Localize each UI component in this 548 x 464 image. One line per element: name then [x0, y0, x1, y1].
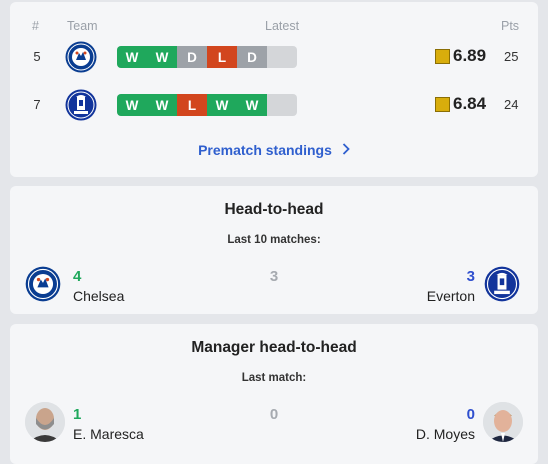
form-result: L: [207, 46, 237, 68]
head-to-head-card: Head-to-head Last 10 matches: 4 Chelsea …: [10, 186, 538, 314]
form-guide: W W L W W: [117, 94, 297, 116]
form-guide: W W D L D: [117, 46, 297, 68]
header-points: Pts: [501, 19, 520, 33]
manager-draws-count: 0: [269, 406, 279, 423]
away-manager-wins-count: 0: [466, 406, 475, 423]
standings-row-chelsea[interactable]: 5 W W D L D 6.89 25: [10, 40, 538, 74]
manager-h2h-title: Manager head-to-head: [191, 339, 357, 356]
team-position: 7: [33, 97, 41, 112]
standings-card: # Team Latest Pts 5 W W D L D 6.89 25 7: [10, 2, 538, 177]
home-team-name: Chelsea: [73, 288, 125, 304]
form-result: W: [117, 94, 147, 116]
header-team: Team: [67, 19, 98, 33]
manager-head-to-head-card: Manager head-to-head Last match: 1 E. Ma…: [10, 324, 538, 464]
team-points: 25: [504, 49, 519, 64]
away-team-name: Everton: [426, 288, 475, 304]
chelsea-crest-icon: [65, 40, 97, 74]
h2h-title: Head-to-head: [224, 201, 324, 218]
away-wins-count: 3: [466, 268, 475, 285]
home-manager-name: E. Maresca: [73, 426, 144, 442]
team-points: 24: [504, 97, 519, 112]
header-position: #: [32, 19, 39, 33]
form-result: D: [177, 46, 207, 68]
rating-badge-icon: [435, 97, 450, 112]
manager-h2h-subtitle: Last match:: [241, 372, 307, 384]
everton-crest-icon: [65, 88, 97, 122]
header-latest: Latest: [265, 19, 300, 33]
form-result: W: [147, 46, 177, 68]
away-manager-name: D. Moyes: [415, 426, 475, 442]
team-position: 5: [33, 49, 41, 64]
away-manager-avatar: [483, 402, 523, 442]
form-result: W: [207, 94, 237, 116]
prematch-standings-link[interactable]: Prematch standings: [10, 142, 538, 158]
rating-badge-icon: [435, 49, 450, 64]
form-result: L: [177, 94, 207, 116]
draws-count: 3: [269, 268, 279, 285]
h2h-subtitle: Last 10 matches:: [227, 234, 321, 246]
standings-row-everton[interactable]: 7 W W L W W 6.84 24: [10, 88, 538, 122]
form-result: W: [147, 94, 177, 116]
form-result: D: [237, 46, 267, 68]
form-result: W: [237, 94, 267, 116]
chevron-right-icon: [342, 142, 350, 158]
prematch-standings-label: Prematch standings: [198, 142, 332, 158]
form-result: W: [117, 46, 147, 68]
team-rating: 6.84: [453, 94, 487, 113]
team-rating: 6.89: [453, 46, 487, 65]
everton-crest-icon: [484, 265, 520, 303]
